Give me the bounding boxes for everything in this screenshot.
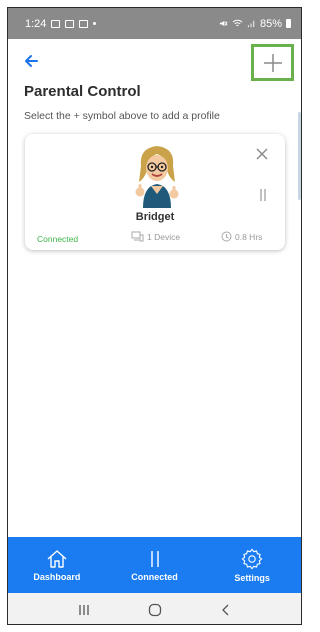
system-navigation-bar bbox=[8, 593, 301, 624]
mute-icon bbox=[219, 20, 228, 27]
device-count-label: 1 Device bbox=[147, 231, 181, 242]
gallery-notification-icon bbox=[51, 19, 61, 28]
system-back-icon[interactable] bbox=[220, 604, 232, 616]
plus-icon bbox=[263, 53, 282, 72]
battery-icon bbox=[286, 19, 291, 28]
nav-settings[interactable]: Settings bbox=[203, 537, 301, 593]
pause-bars-icon bbox=[150, 550, 159, 567]
add-profile-button[interactable] bbox=[251, 44, 294, 81]
app-screen: 1:24 85% Parental Control Select the + s… bbox=[7, 7, 302, 625]
close-icon bbox=[256, 148, 268, 160]
remove-profile-button[interactable] bbox=[255, 147, 269, 161]
nav-connected-label: Connected bbox=[131, 571, 178, 582]
nav-dashboard[interactable]: Dashboard bbox=[8, 537, 106, 593]
scroll-indicator bbox=[298, 112, 301, 200]
pause-icon bbox=[260, 189, 266, 201]
profile-card[interactable]: Bridget Connected 1 Device 0.8 Hrs bbox=[25, 134, 285, 250]
nav-connected[interactable]: Connected bbox=[106, 537, 204, 593]
wifi-icon bbox=[232, 19, 243, 27]
signal-icon bbox=[247, 20, 255, 28]
status-bar: 1:24 85% bbox=[8, 8, 301, 39]
nav-settings-label: Settings bbox=[234, 572, 270, 583]
profile-name: Bridget bbox=[135, 211, 175, 223]
bitmoji-avatar bbox=[135, 146, 179, 208]
connection-status: Connected bbox=[37, 234, 79, 244]
devices-icon bbox=[131, 231, 144, 242]
device-count: 1 Device bbox=[131, 231, 180, 242]
home-icon bbox=[47, 549, 67, 568]
status-time: 1:24 bbox=[25, 17, 47, 30]
more-notifications-icon bbox=[93, 22, 97, 25]
usage-time-label: 0.8 Hrs bbox=[235, 231, 263, 242]
app-notification-icon bbox=[79, 19, 89, 28]
app-header bbox=[8, 39, 301, 83]
page-subtitle: Select the + symbol above to add a profi… bbox=[24, 110, 220, 122]
bottom-navigation: Dashboard Connected Settings bbox=[8, 537, 301, 593]
battery-percent: 85% bbox=[259, 17, 282, 30]
pause-profile-button[interactable] bbox=[258, 188, 268, 202]
clock-icon bbox=[221, 231, 232, 242]
recent-apps-icon[interactable] bbox=[77, 604, 91, 616]
usage-time: 0.8 Hrs bbox=[221, 231, 262, 242]
messages-notification-icon bbox=[65, 19, 75, 28]
back-button[interactable] bbox=[22, 51, 42, 71]
nav-dashboard-label: Dashboard bbox=[33, 571, 81, 582]
page-title: Parental Control bbox=[24, 83, 141, 100]
home-button-icon[interactable] bbox=[148, 603, 162, 617]
gear-icon bbox=[241, 548, 263, 569]
back-arrow-icon bbox=[25, 55, 38, 67]
